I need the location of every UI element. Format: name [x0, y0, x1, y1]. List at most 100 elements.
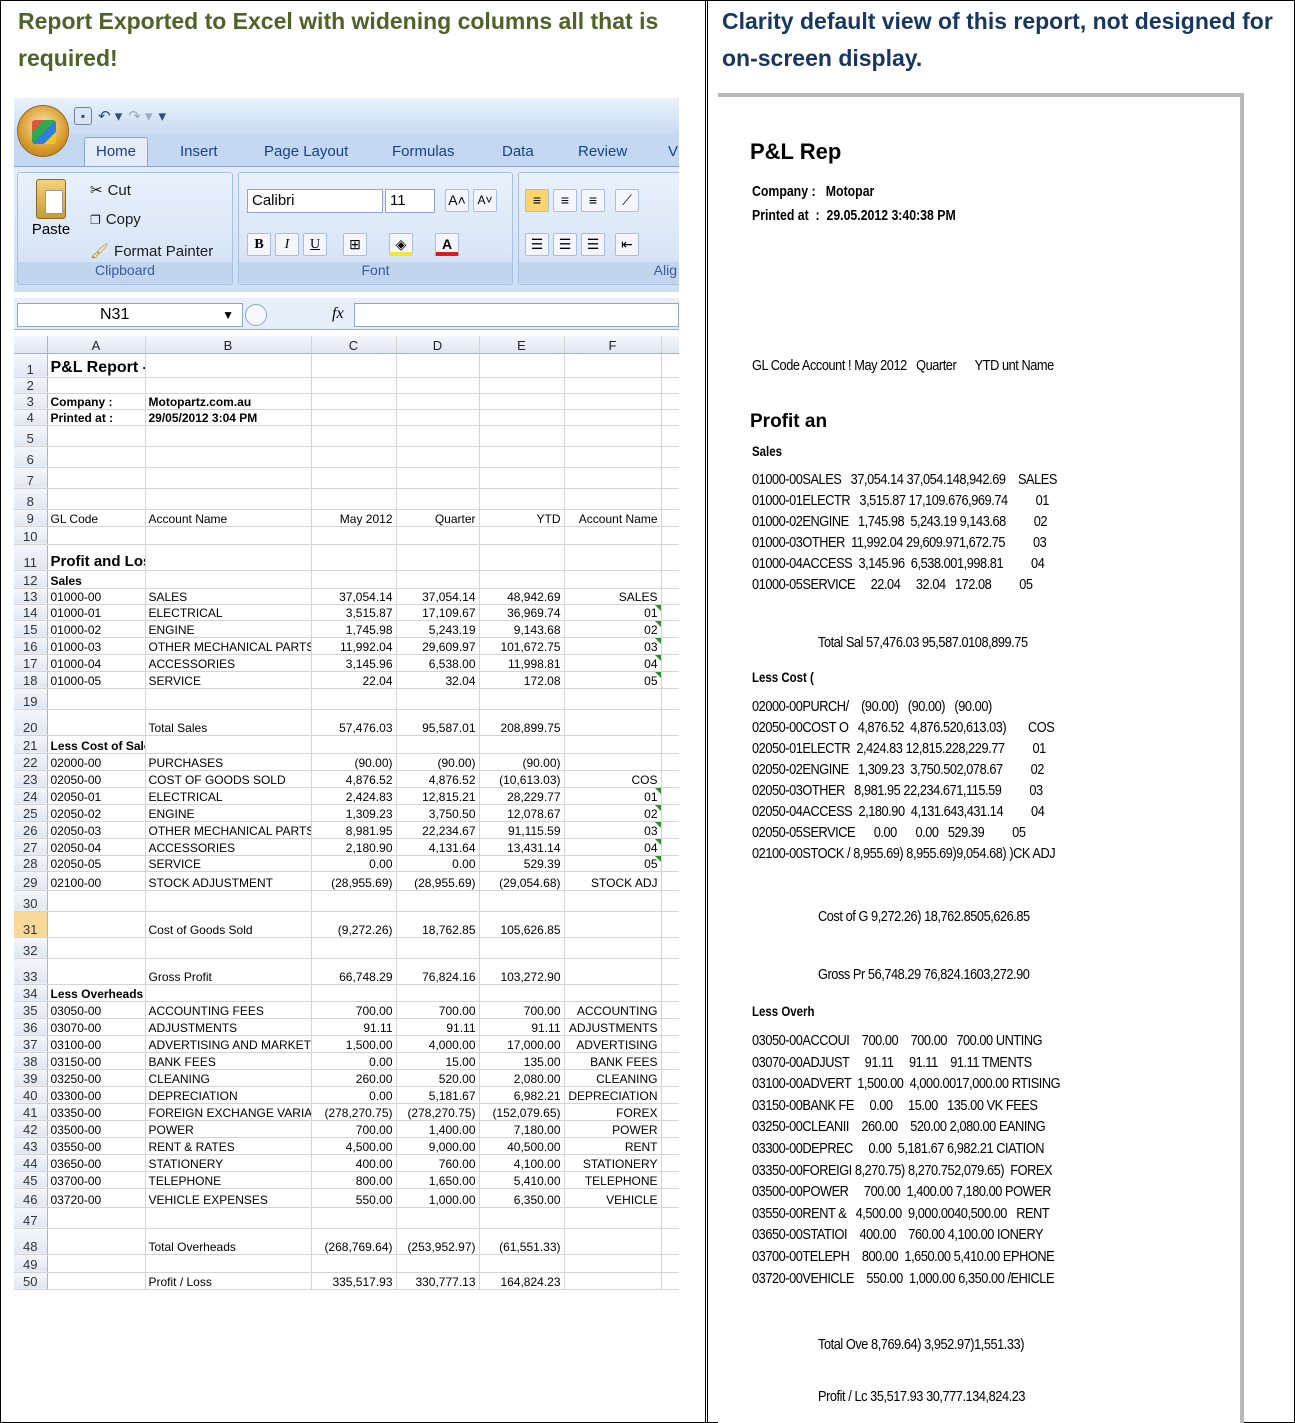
- cell[interactable]: 03300-00: [47, 1086, 146, 1104]
- align-right-button[interactable]: ☰: [581, 233, 605, 256]
- column-header-a[interactable]: A: [47, 336, 146, 354]
- cell[interactable]: RENT: [564, 1137, 662, 1155]
- cell[interactable]: [661, 425, 679, 447]
- cell[interactable]: [661, 393, 679, 410]
- cell[interactable]: (9,272.26): [311, 911, 397, 938]
- cell[interactable]: 101,672.75: [479, 637, 565, 655]
- cell[interactable]: [661, 1137, 679, 1155]
- cell[interactable]: 7,180.00: [479, 1120, 565, 1138]
- cell[interactable]: [479, 393, 565, 410]
- cell[interactable]: 1,650.00: [396, 1171, 480, 1189]
- cell[interactable]: 700.00: [396, 1001, 480, 1019]
- cell[interactable]: 208,899.75: [479, 709, 565, 736]
- cell[interactable]: [145, 425, 312, 447]
- cell[interactable]: [661, 1001, 679, 1019]
- row-header[interactable]: 44: [14, 1154, 48, 1172]
- cell[interactable]: 520.00: [396, 1069, 480, 1087]
- row-header[interactable]: 4: [14, 409, 48, 426]
- cell[interactable]: [564, 467, 662, 489]
- cell[interactable]: [47, 890, 146, 912]
- cell[interactable]: Gross Profit: [145, 958, 312, 985]
- cell[interactable]: ACCESSORIES: [145, 654, 312, 672]
- cell[interactable]: [479, 890, 565, 912]
- cell[interactable]: 22,234.67: [396, 821, 480, 839]
- cell[interactable]: ADJUSTMENTS: [145, 1018, 312, 1036]
- cell[interactable]: 02050-05: [47, 855, 146, 872]
- row-header[interactable]: 50: [14, 1272, 48, 1290]
- cell[interactable]: 0.00: [311, 1052, 397, 1070]
- row-header[interactable]: 17: [14, 654, 48, 672]
- cell[interactable]: [661, 838, 679, 856]
- row-header[interactable]: 24: [14, 787, 48, 805]
- column-header-b[interactable]: B: [145, 336, 312, 354]
- cell[interactable]: ENGINE: [145, 804, 312, 822]
- row-header[interactable]: 1: [14, 353, 48, 378]
- row-header[interactable]: 14: [14, 604, 48, 621]
- office-button[interactable]: [17, 105, 69, 157]
- cell[interactable]: [47, 688, 146, 710]
- cell[interactable]: [564, 425, 662, 447]
- cell[interactable]: 28,229.77: [479, 787, 565, 805]
- tab-view[interactable]: V: [668, 143, 678, 160]
- cell[interactable]: [564, 393, 662, 410]
- cell[interactable]: [396, 890, 480, 912]
- cell[interactable]: 02050-04: [47, 838, 146, 856]
- row-header[interactable]: 49: [14, 1254, 48, 1273]
- cell[interactable]: 91.11: [311, 1018, 397, 1036]
- cell[interactable]: [661, 855, 679, 872]
- cell[interactable]: [145, 1254, 312, 1273]
- cell[interactable]: TELEPHONE: [564, 1171, 662, 1189]
- cell[interactable]: [145, 526, 312, 545]
- cell[interactable]: [311, 1207, 397, 1229]
- cell[interactable]: 03: [564, 821, 662, 839]
- cell[interactable]: 02: [564, 620, 662, 638]
- column-header-g[interactable]: [661, 336, 679, 354]
- cell[interactable]: 172.08: [479, 671, 565, 689]
- row-header[interactable]: 39: [14, 1069, 48, 1087]
- fill-color-button[interactable]: ◈: [389, 233, 413, 256]
- cell[interactable]: ADVERTISING AND MARKETING: [145, 1035, 312, 1053]
- cell[interactable]: 91,115.59: [479, 821, 565, 839]
- format-painter-button[interactable]: 🖌 Format Painter: [90, 242, 213, 261]
- cell[interactable]: GL Code: [47, 509, 146, 527]
- cell[interactable]: 02050-01: [47, 787, 146, 805]
- cell[interactable]: [47, 911, 146, 938]
- row-header[interactable]: 13: [14, 588, 48, 605]
- cell[interactable]: POWER: [145, 1120, 312, 1138]
- cell[interactable]: 1,400.00: [396, 1120, 480, 1138]
- cell[interactable]: 01000-02: [47, 620, 146, 638]
- cell[interactable]: [396, 425, 480, 447]
- cell[interactable]: [661, 753, 679, 771]
- cell[interactable]: (278,270.75): [396, 1103, 480, 1121]
- cell[interactable]: 03700-00: [47, 1171, 146, 1189]
- cell[interactable]: [47, 526, 146, 545]
- cell[interactable]: [311, 446, 397, 468]
- cell[interactable]: 529.39: [479, 855, 565, 872]
- cell[interactable]: [145, 488, 312, 510]
- cell[interactable]: 5,181.67: [396, 1086, 480, 1104]
- align-top-button[interactable]: ≡: [525, 189, 549, 212]
- tab-insert[interactable]: Insert: [180, 143, 218, 160]
- cell[interactable]: 03650-00: [47, 1154, 146, 1172]
- cell[interactable]: 02: [564, 804, 662, 822]
- cell[interactable]: [396, 937, 480, 959]
- cell[interactable]: [145, 937, 312, 959]
- row-header[interactable]: 3: [14, 393, 48, 410]
- cell[interactable]: (29,054.68): [479, 871, 565, 891]
- cell[interactable]: Printed at :: [47, 409, 146, 426]
- row-header[interactable]: 11: [14, 544, 48, 571]
- tab-data[interactable]: Data: [502, 143, 534, 160]
- cell[interactable]: [47, 937, 146, 959]
- cell[interactable]: [661, 446, 679, 468]
- cell[interactable]: [661, 1035, 679, 1053]
- row-header[interactable]: 36: [14, 1018, 48, 1036]
- cell[interactable]: [564, 377, 662, 394]
- cell[interactable]: 01000-03: [47, 637, 146, 655]
- cell[interactable]: [564, 570, 662, 589]
- cell[interactable]: [661, 467, 679, 489]
- cell[interactable]: 03070-00: [47, 1018, 146, 1036]
- cell[interactable]: VEHICLE: [564, 1188, 662, 1208]
- row-header[interactable]: 43: [14, 1137, 48, 1155]
- cell[interactable]: 48,942.69: [479, 588, 565, 605]
- cell[interactable]: [564, 1228, 662, 1255]
